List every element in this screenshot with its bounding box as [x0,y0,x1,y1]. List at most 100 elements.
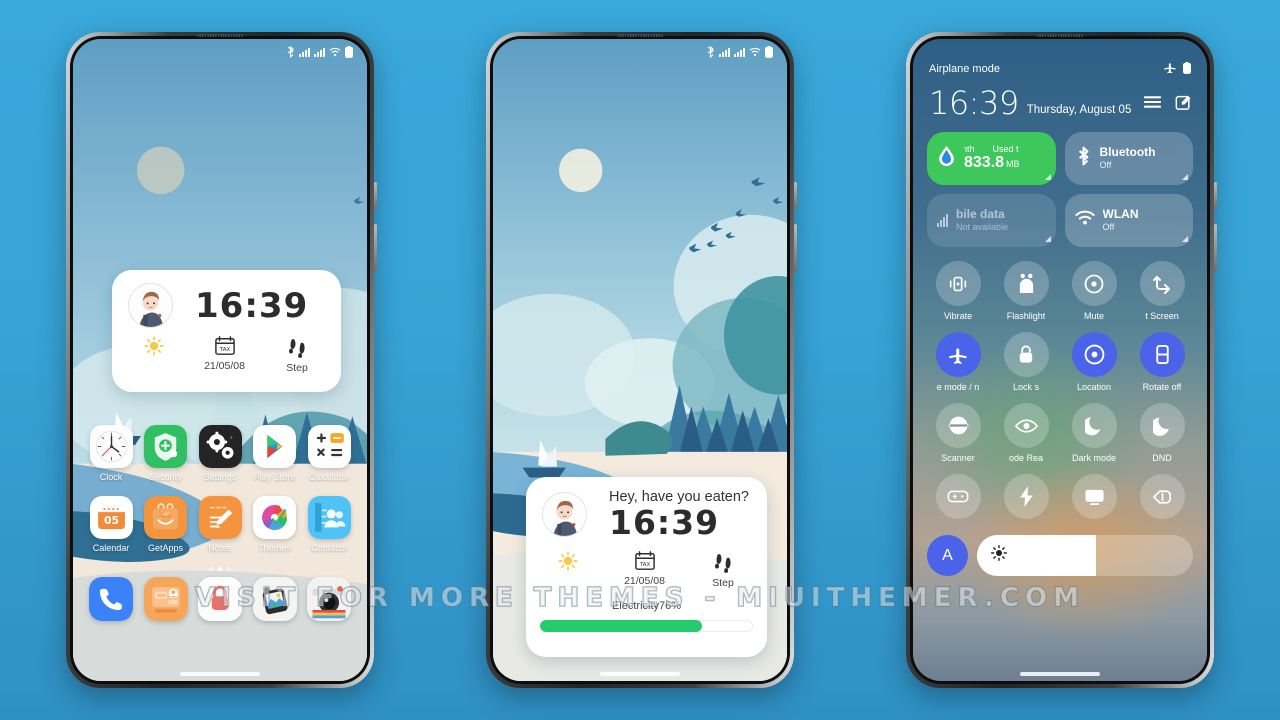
widget-time: 16:39 [195,285,309,326]
page-dot[interactable] [227,567,231,571]
toggle-vibrate[interactable]: Vibrate [927,261,989,321]
gears-icon [198,425,242,468]
moon-icon [1071,403,1117,448]
toggle-label: Location [1076,382,1112,392]
svg-text:05: 05 [104,514,119,527]
toggle-scanner[interactable]: Scanner [927,403,989,463]
card-title: Bluetooth [1099,146,1156,160]
dock-camera[interactable]: Camera [305,577,353,635]
app-security[interactable]: Security [142,425,190,482]
dock-phone[interactable]: Phone [87,577,135,635]
toggle-label: Vibrate [943,311,973,321]
greeting-clock-widget[interactable]: Hey, have you eaten? 16:39 TAX 21/05/08 … [526,477,767,657]
svg-text:TAX: TAX [638,562,650,568]
toggle-flashlight[interactable]: Flashlight [995,261,1057,321]
toggle-label: Scanner [941,453,975,463]
toggle-dark-mode[interactable]: Dark mode [1063,403,1125,463]
svg-text:APP: APP [162,512,170,517]
page-dot[interactable] [209,567,213,571]
toggle-battery-saver[interactable] [995,474,1057,524]
app-label: GetApps [147,543,184,553]
app-notes[interactable]: Notes [196,496,244,553]
messages-card-icon [143,577,188,621]
expand-corner-icon[interactable] [1182,174,1188,180]
edit-icon[interactable] [1175,95,1191,115]
dock-gallery[interactable]: Gallery [251,577,299,635]
page-dot-active[interactable] [218,567,222,571]
expand-corner-icon[interactable] [1044,174,1051,180]
widget-step-label: Step [712,576,734,589]
auto-brightness-button[interactable]: A [927,535,968,576]
contrast-icon [1139,474,1185,519]
app-settings[interactable]: Settings [196,425,244,482]
toggle-rotate[interactable]: Rotate off [1131,332,1193,392]
mute-icon [1071,261,1117,306]
app-label: Notes [208,543,232,553]
app-contacts[interactable]: Contacts [305,496,353,553]
app-row-2: 05 Calendar APP GetApps Notes Themes Con… [73,496,367,553]
toggle-contrast[interactable] [1131,474,1193,524]
app-play-store[interactable]: Play Store [251,425,299,482]
card-mobile-data[interactable]: bile data Not available [927,194,1056,247]
calculator-icon [307,425,351,468]
app-calendar[interactable]: 05 Calendar [87,496,135,553]
toggle-reading-mode[interactable]: ode Rea [995,403,1057,463]
toggle-screenshot[interactable]: t Screen [1131,261,1193,321]
toggle-dnd[interactable]: DND [1131,403,1193,463]
toggle-label: DND [1152,453,1172,463]
phone-device-1: 16:39 TAX 21/05/08 Step Clock Security S… [66,32,377,688]
sun-small-icon [991,545,1007,566]
menu-icon[interactable] [1143,95,1162,115]
app-calculator[interactable]: Calculator [305,425,353,482]
earpiece-grille [617,33,663,37]
control-center: Airplane mode 16:39 Thursday, August 05 [913,39,1207,681]
toggle-label: Mute [1083,311,1104,321]
phone-device-3: Airplane mode 16:39 Thursday, August 05 [906,32,1217,688]
app-label: Clock [99,472,123,482]
widget-date: 21/05/08 [624,574,665,587]
toggle-cast[interactable] [1063,474,1125,524]
toggle-row-4 [927,474,1193,524]
cc-card-row-2: bile data Not available WLAN Off [927,194,1193,247]
page-indicator[interactable] [73,567,367,571]
app-clock[interactable]: Clock [87,425,135,482]
expand-corner-icon[interactable] [1044,236,1051,242]
widget-time: 16:39 [609,503,720,542]
toggle-location[interactable]: Location [1063,332,1125,392]
home-indicator[interactable] [180,672,260,676]
card-bluetooth[interactable]: Bluetooth Off [1064,132,1193,185]
home-indicator[interactable] [1020,672,1100,676]
battery-icon [765,46,773,58]
app-themes[interactable]: Themes [251,496,299,553]
camera-icon [307,577,351,621]
battery-label: Electricity76% [611,599,682,612]
expand-corner-icon[interactable] [1182,236,1188,242]
bluetooth-icon [706,46,715,58]
scanner-icon [935,403,981,448]
toggle-label: Dark mode [1071,453,1116,463]
toggle-game-turbo[interactable] [927,474,989,524]
card-wlan[interactable]: WLAN Off [1064,194,1193,247]
dock-security[interactable]: Security [196,577,244,635]
dock-messages[interactable]: Messages [142,577,190,635]
svg-text:TAX: TAX [218,347,230,353]
airplane-icon [1163,61,1177,77]
screenshot-icon [1139,261,1185,306]
toggle-airplane-mode[interactable]: e mode / n [927,332,989,392]
cc-time: 16:39 [929,84,1019,122]
signal-icon [314,47,325,57]
sun-icon [558,551,578,571]
wifi-icon [329,47,341,57]
toggle-mute[interactable]: Mute [1063,261,1125,321]
app-getapps[interactable]: APP GetApps [142,496,190,553]
brightness-slider[interactable] [977,535,1193,576]
toggle-lock-screen[interactable]: Lock s [995,332,1057,392]
home-indicator[interactable] [600,672,680,676]
clock-weather-widget[interactable]: 16:39 TAX 21/05/08 Step [112,270,341,392]
location-icon [1071,332,1117,377]
cc-date: Thursday, August 05 [1026,104,1132,116]
card-title: bile data [956,208,1005,222]
card-data-usage[interactable]: nth Used t 833.8 MB [927,132,1056,185]
avatar [128,283,173,328]
app-label: Calculator [308,472,350,482]
